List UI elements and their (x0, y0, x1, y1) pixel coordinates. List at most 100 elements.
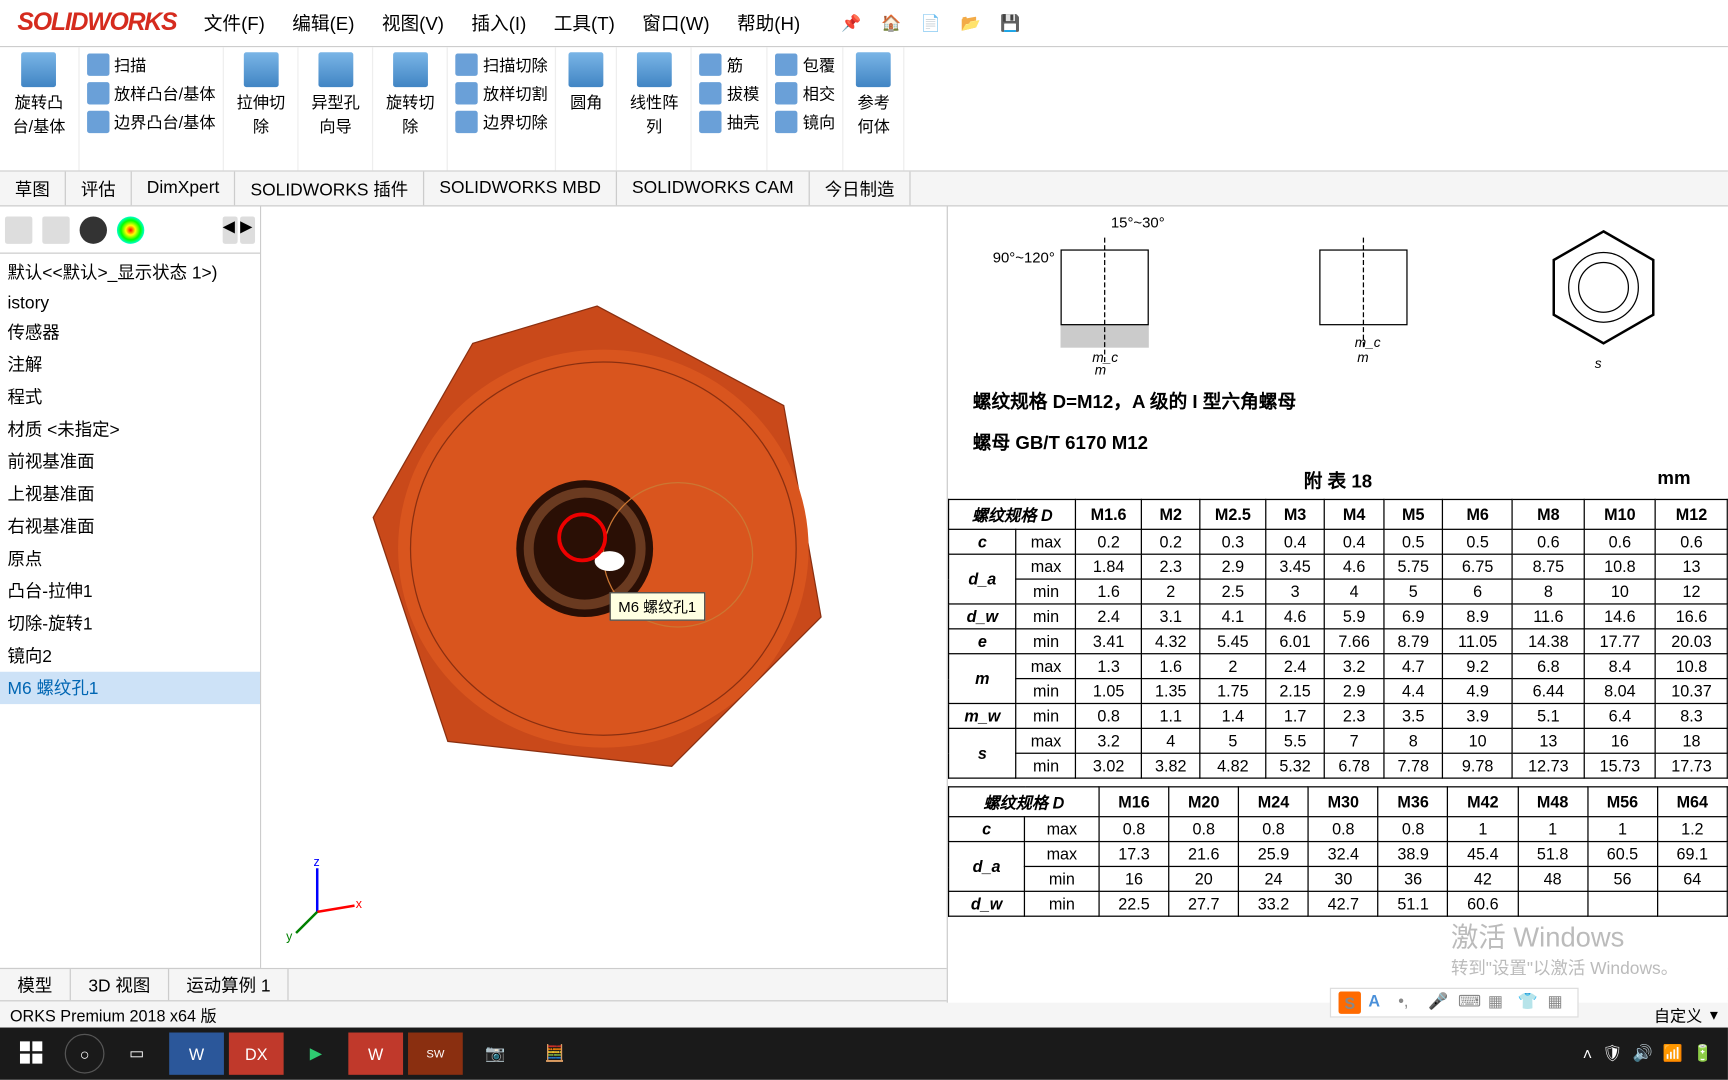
tab-today[interactable]: 今日制造 (810, 172, 911, 206)
shell-button[interactable]: 抽壳 (700, 109, 760, 133)
wps-icon[interactable]: W (348, 1033, 403, 1075)
boundary-button[interactable]: 边界凸台/基体 (87, 109, 216, 133)
tree-item[interactable]: 注解 (0, 348, 260, 380)
menu-file[interactable]: 文件(F) (204, 10, 265, 36)
fillet-button[interactable]: 圆角 (564, 52, 609, 113)
tab-cam[interactable]: SOLIDWORKS CAM (617, 172, 810, 206)
ime-kb-icon[interactable]: ⌨ (1458, 991, 1480, 1013)
feature-tree[interactable]: 默认<<默认>_显示状态 1>) istory传感器注解程式材质 <未指定>前视… (0, 254, 260, 968)
ime-a[interactable]: A (1368, 991, 1390, 1013)
lp-tool-1[interactable] (5, 216, 32, 243)
svg-text:z: z (313, 856, 319, 869)
svg-text:90°~120°: 90°~120° (992, 249, 1054, 266)
tree-config[interactable]: 默认<<默认>_显示状态 1>) (0, 256, 260, 288)
save-icon[interactable]: 💾 (997, 9, 1024, 36)
draft-button[interactable]: 拔模 (700, 81, 760, 105)
tree-item[interactable]: 前视基准面 (0, 445, 260, 477)
appearance-icon[interactable] (117, 216, 144, 243)
wrap-button[interactable]: 包覆 (775, 52, 835, 76)
lp-tool-3[interactable] (80, 216, 107, 243)
tab-mbd[interactable]: SOLIDWORKS MBD (424, 172, 617, 206)
start-button[interactable] (5, 1033, 60, 1075)
camera-icon[interactable]: 📷 (468, 1033, 523, 1075)
cut-revolve-button[interactable]: 旋转切 除 (381, 52, 439, 137)
cut-boundary-button[interactable]: 边界切除 (456, 109, 548, 133)
menu-edit[interactable]: 编辑(E) (292, 10, 354, 36)
cut-loft-button[interactable]: 放样切割 (456, 81, 548, 105)
tree-item[interactable]: 材质 <未指定> (0, 413, 260, 445)
revolve-boss-button[interactable]: 旋转凸 台/基体 (7, 52, 70, 137)
pattern-button[interactable]: 线性阵 列 (625, 52, 683, 137)
cut-sweep-button[interactable]: 扫描切除 (456, 52, 548, 76)
calc-icon[interactable]: 🧮 (527, 1033, 582, 1075)
menu-view[interactable]: 视图(V) (382, 10, 444, 36)
ime-voice-icon[interactable]: 🎤 (1428, 991, 1450, 1013)
hole-wizard-button[interactable]: 异型孔 向导 (306, 52, 364, 137)
btab-model[interactable]: 模型 (0, 969, 71, 1000)
sweep-button[interactable]: 扫描 (87, 52, 216, 76)
tree-item[interactable]: M6 螺纹孔1 (0, 672, 260, 704)
reference-document: 15°~30° 90°~120° m_c m m_c m s 螺纹规格 (947, 207, 1728, 1003)
tray-batt-icon[interactable]: 🔋 (1693, 1044, 1713, 1064)
open-icon[interactable]: 📂 (957, 9, 984, 36)
ime-grid-icon[interactable]: ▦ (1488, 991, 1510, 1013)
ref-geom-button[interactable]: 参考 何体 (851, 52, 896, 137)
tree-item[interactable]: 程式 (0, 381, 260, 413)
ime-shirt-icon[interactable]: 👕 (1518, 991, 1540, 1013)
tray-vol-icon[interactable]: 🔊 (1633, 1044, 1653, 1064)
status-dropdown-icon[interactable]: ▾ (1710, 1005, 1718, 1025)
menu-insert[interactable]: 插入(I) (471, 10, 526, 36)
tree-item[interactable]: 镜向2 (0, 639, 260, 671)
svg-text:s: s (1594, 356, 1601, 371)
cut-extrude-button[interactable]: 拉伸切 除 (232, 52, 290, 137)
data-table-2: 螺纹规格 DM16M20M24M30M36M42M48M56M64cmax0.8… (948, 786, 1728, 917)
nut-model[interactable] (323, 269, 870, 816)
new-icon[interactable]: 📄 (917, 9, 944, 36)
tab-eval[interactable]: 评估 (66, 172, 132, 206)
menu-help[interactable]: 帮助(H) (737, 10, 800, 36)
tree-item[interactable]: 传感器 (0, 316, 260, 348)
intersect-button[interactable]: 相交 (775, 81, 835, 105)
home-icon[interactable]: 🏠 (877, 9, 904, 36)
feature-tooltip: M6 螺纹孔1 (610, 592, 705, 621)
spec-line-2: 螺母 GB/T 6170 M12 (948, 422, 1728, 463)
sw-icon[interactable]: SW (408, 1033, 463, 1075)
status-custom[interactable]: 自定义 (1654, 1003, 1703, 1027)
tray-shield-icon[interactable]: 🛡 (1602, 1044, 1623, 1064)
tree-item[interactable]: 原点 (0, 542, 260, 574)
svg-text:y: y (286, 929, 293, 942)
tree-item[interactable]: 上视基准面 (0, 478, 260, 510)
ime-comma-icon[interactable]: •, (1398, 991, 1420, 1013)
tab-dimxpert[interactable]: DimXpert (132, 172, 236, 206)
word-icon[interactable]: W (169, 1033, 224, 1075)
pin-icon[interactable]: 📌 (838, 9, 865, 36)
tray-up-icon[interactable]: ˄ (1583, 1044, 1592, 1063)
lp-tool-2[interactable] (42, 216, 69, 243)
ime-s-icon[interactable]: S (1339, 991, 1361, 1013)
lp-left[interactable]: ◀ (223, 216, 238, 243)
tray-net-icon[interactable]: 📶 (1663, 1044, 1683, 1064)
media-icon[interactable]: ▶ (289, 1033, 344, 1075)
lp-right[interactable]: ▶ (240, 216, 255, 243)
ime-apps-icon[interactable]: ▦ (1548, 991, 1570, 1013)
rib-button[interactable]: 筋 (700, 52, 760, 76)
tree-item[interactable]: 右视基准面 (0, 510, 260, 542)
mirror-button[interactable]: 镜向 (775, 109, 835, 133)
search-button[interactable]: ○ (65, 1034, 105, 1074)
dx-icon[interactable]: DX (229, 1033, 284, 1075)
tab-plugin[interactable]: SOLIDWORKS 插件 (236, 172, 425, 206)
loft-button[interactable]: 放样凸台/基体 (87, 81, 216, 105)
tree-item[interactable]: istory (0, 289, 260, 316)
ime-toolbar[interactable]: S A •, 🎤 ⌨ ▦ 👕 ▦ (1330, 988, 1579, 1018)
tree-item[interactable]: 切除-旋转1 (0, 607, 260, 639)
tree-item[interactable]: 凸台-拉伸1 (0, 575, 260, 607)
svg-text:x: x (356, 897, 363, 911)
menu-tools[interactable]: 工具(T) (554, 10, 615, 36)
menu-window[interactable]: 窗口(W) (642, 10, 709, 36)
drawing-top: s (1522, 213, 1684, 375)
btab-motion[interactable]: 运动算例 1 (169, 969, 289, 1000)
tab-sketch[interactable]: 草图 (0, 172, 66, 206)
taskview-button[interactable]: ▭ (109, 1033, 164, 1075)
btab-3dview[interactable]: 3D 视图 (71, 969, 169, 1000)
view-triad[interactable]: z x y (286, 856, 373, 943)
